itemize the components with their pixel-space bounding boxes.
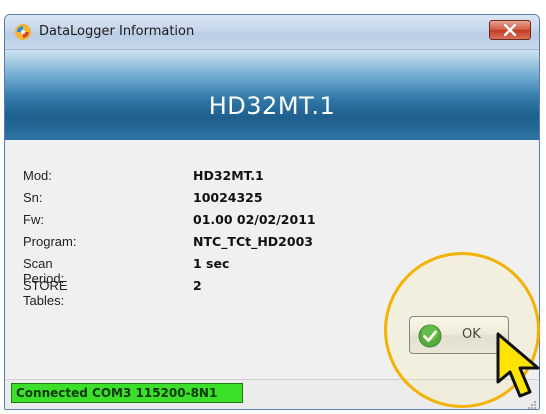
info-value: 10024325 — [193, 190, 263, 205]
info-value: 2 — [193, 278, 202, 293]
info-label: Mod: — [23, 168, 52, 183]
info-value: 01.00 02/02/2011 — [193, 212, 316, 227]
info-value: HD32MT.1 — [193, 168, 264, 183]
close-button[interactable] — [489, 20, 531, 40]
connection-status: Connected COM3 115200-8N1 — [11, 383, 243, 403]
info-label: Sn: — [23, 190, 43, 205]
window-title: DataLogger Information — [39, 24, 195, 39]
info-value: 1 sec — [193, 256, 230, 271]
info-value: NTC_TCt_HD2003 — [193, 234, 313, 249]
pointer-arrow-icon — [496, 332, 540, 398]
device-banner: HD32MT.1 — [5, 50, 539, 140]
device-model-title: HD32MT.1 — [208, 92, 336, 120]
info-label: Program: — [23, 234, 77, 249]
datalogger-app-icon — [13, 22, 33, 42]
info-label: STORE Tables: — [23, 278, 68, 308]
title-bar[interactable]: DataLogger Information — [5, 15, 539, 50]
close-icon — [504, 24, 516, 36]
info-label: Fw: — [23, 212, 44, 227]
